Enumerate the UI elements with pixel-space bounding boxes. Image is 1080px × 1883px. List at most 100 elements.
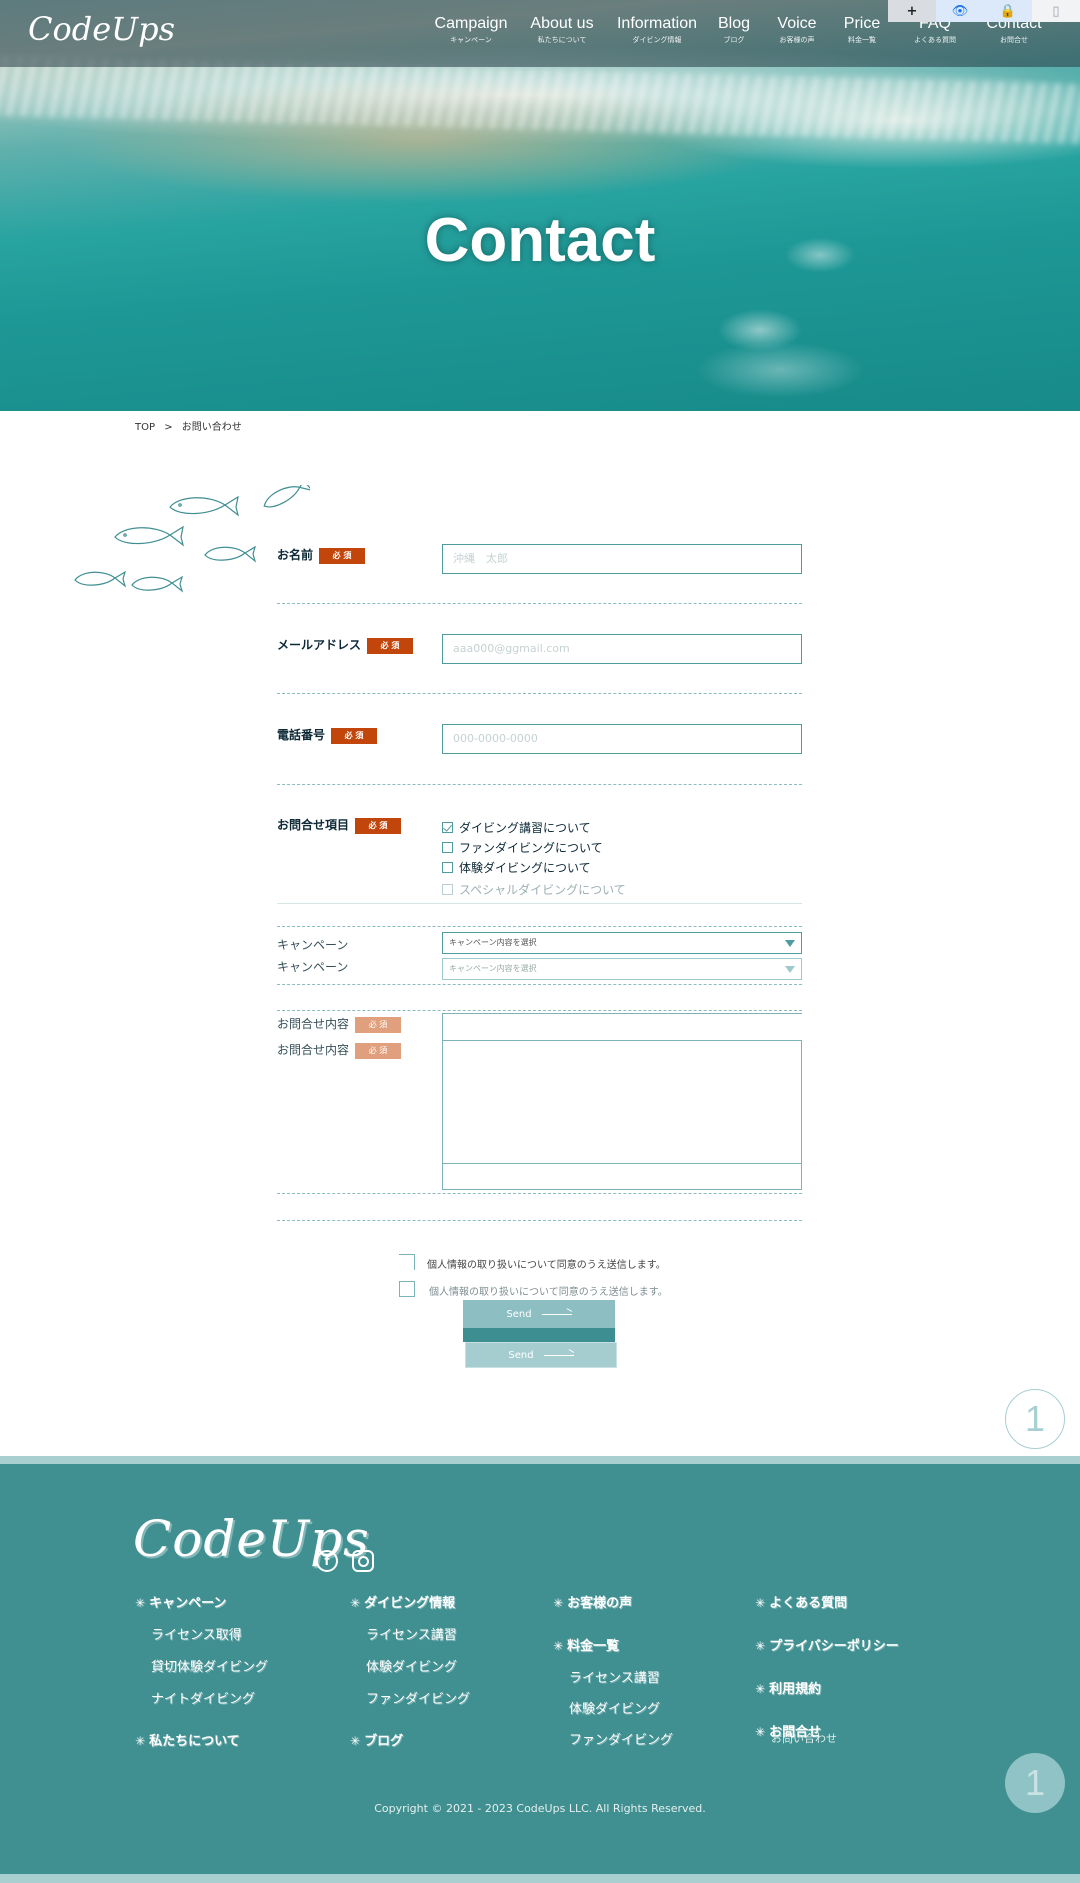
agree-checkbox-ghost[interactable] <box>399 1254 415 1270</box>
footer-sublink[interactable]: ファンダイビング <box>366 1688 470 1707</box>
checkbox-option[interactable]: 体験ダイビングについて <box>442 859 591 876</box>
phone-input[interactable]: 000-0000-0000 <box>442 724 802 754</box>
breadcrumb-home[interactable]: TOP <box>135 422 155 433</box>
name-input[interactable]: 沖縄 太郎 <box>442 544 802 574</box>
email-label: メールアドレス必 須 <box>277 636 414 654</box>
footer-sublink[interactable]: 貸切体験ダイビング <box>151 1656 268 1675</box>
page-top-button[interactable]: 1 <box>1005 1753 1065 1813</box>
footer-link[interactable]: ダイビング情報 <box>350 1592 455 1611</box>
site-header: CodeUps Campaign キャンペーン About us 私たちについて I… <box>0 0 1080 67</box>
agree-text-ghost: 個人情報の取り扱いについて同意のうえ送信します。 <box>429 1287 668 1298</box>
send-button[interactable]: Send <box>465 1342 617 1368</box>
required-badge: 必 須 <box>367 637 414 654</box>
fish-icon <box>169 495 240 517</box>
checkbox-option[interactable]: ファンダイビングについて <box>442 839 603 856</box>
email-input[interactable]: aaa000@ggmail.com <box>442 634 802 664</box>
campaign-label: キャンペーン <box>277 938 349 952</box>
arrow-right-icon <box>541 1313 572 1315</box>
nav-blog[interactable]: Blog ブログ <box>702 14 766 46</box>
checkbox[interactable] <box>442 862 453 873</box>
breadcrumb: TOP > お問い合わせ <box>135 418 242 433</box>
required-badge: 必 須 <box>355 1016 402 1033</box>
agree-text: 個人情報の取り扱いについて同意のうえ送信します。 <box>427 1260 666 1271</box>
footer-sublink-ghost[interactable]: お問い合わせ <box>771 1730 837 1746</box>
footer-sublink[interactable]: ファンダイビング <box>569 1729 673 1748</box>
footer-top-band <box>0 1456 1080 1464</box>
nav-price[interactable]: Price 料金一覧 <box>828 14 896 46</box>
fish-icon <box>263 485 310 508</box>
browser-extension-toolbar: + 👁 🔒 ▯ <box>888 0 1080 22</box>
message-textarea-ghost[interactable] <box>442 1013 802 1041</box>
checkbox-option[interactable]: ダイビング講習について <box>442 819 591 836</box>
required-badge: 必 須 <box>355 817 402 834</box>
message-label-ghost: お問合せ内容必 須 <box>277 1041 402 1059</box>
required-badge: 必 須 <box>355 1042 402 1059</box>
breadcrumb-current: お問い合わせ <box>181 422 242 433</box>
required-badge: 必 須 <box>331 727 378 744</box>
campaign-select[interactable]: キャンペーン内容を選択 <box>442 932 802 954</box>
footer-sublink[interactable]: ライセンス取得 <box>151 1624 242 1643</box>
footer-sublink[interactable]: ライセンス講習 <box>366 1624 457 1643</box>
footer-sublink[interactable]: ナイトダイビング <box>151 1688 255 1707</box>
form-divider <box>277 1220 802 1221</box>
form-divider <box>277 1193 802 1194</box>
nav-about[interactable]: About us 私たちについて <box>512 14 612 46</box>
checkbox[interactable] <box>442 884 453 895</box>
campaign-label-ghost: キャンペーン <box>277 960 349 974</box>
form-divider <box>277 603 802 604</box>
form-divider <box>277 784 802 785</box>
fish-icon <box>74 570 127 588</box>
required-badge: 必 須 <box>319 547 366 564</box>
arrow-right-icon <box>543 1354 574 1356</box>
footer-link[interactable]: プライバシーポリシー <box>755 1635 899 1654</box>
form-divider <box>277 693 802 694</box>
instagram-icon[interactable] <box>352 1550 374 1572</box>
form-divider <box>277 926 802 927</box>
message-textarea[interactable] <box>442 1040 802 1164</box>
fish-icon <box>131 575 184 593</box>
page-title: Contact <box>424 206 656 275</box>
fish-icon <box>114 525 185 547</box>
page-top-button-outline[interactable]: 1 <box>1005 1389 1065 1449</box>
lock-icon[interactable]: 🔒 <box>984 0 1032 22</box>
footer-link[interactable]: よくある質問 <box>755 1592 847 1611</box>
message-textarea-ghost-bottom[interactable] <box>442 1164 802 1190</box>
footer-link[interactable]: 利用規約 <box>755 1678 821 1697</box>
footer-sublink[interactable]: ライセンス講習 <box>569 1667 660 1686</box>
form-divider <box>277 1010 802 1011</box>
agree-checkbox[interactable] <box>399 1281 415 1297</box>
page-icon[interactable]: ▯ <box>1032 0 1080 22</box>
footer-sublink[interactable]: 体験ダイビング <box>569 1698 660 1717</box>
form-divider <box>277 984 802 985</box>
footer-sublink[interactable]: 体験ダイビング <box>366 1656 457 1675</box>
facebook-icon[interactable]: f <box>316 1550 338 1572</box>
checkbox[interactable] <box>442 842 453 853</box>
campaign-select-ghost[interactable]: キャンペーン内容を選択 <box>442 958 802 980</box>
chevron-down-icon <box>785 940 795 947</box>
footer-link[interactable]: 料金一覧 <box>553 1635 619 1654</box>
footer-link[interactable]: お客様の声 <box>553 1592 632 1611</box>
send-button-strip <box>463 1328 615 1342</box>
breadcrumb-separator: > <box>164 422 173 433</box>
chevron-down-icon <box>785 966 795 973</box>
checkbox-checked[interactable] <box>442 822 453 833</box>
eye-icon[interactable]: 👁 <box>936 0 984 22</box>
nav-information[interactable]: Information ダイビング情報 <box>612 14 702 46</box>
footer-bottom-band <box>0 1874 1080 1883</box>
footer-link[interactable]: ブログ <box>350 1730 403 1749</box>
nav-voice[interactable]: Voice お客様の声 <box>766 14 828 46</box>
copyright: Copyright © 2021 - 2023 CodeUps LLC. All… <box>374 1802 706 1815</box>
inquiry-label: お問合せ項目必 須 <box>277 816 402 834</box>
fish-icon <box>204 545 257 563</box>
form-divider <box>277 903 802 904</box>
send-button-ghost[interactable]: Send <box>463 1300 615 1328</box>
message-label: お問合せ内容必 須 <box>277 1015 402 1033</box>
checkbox-option[interactable]: スペシャルダイビングについて <box>442 881 626 898</box>
plus-icon[interactable]: + <box>888 0 936 22</box>
hero-wave-foam <box>0 54 1080 146</box>
phone-label: 電話番号必 須 <box>277 726 378 744</box>
site-logo[interactable]: CodeUps <box>28 10 175 48</box>
footer-link[interactable]: 私たちについて <box>135 1730 240 1749</box>
footer-link[interactable]: キャンペーン <box>135 1592 226 1611</box>
nav-campaign[interactable]: Campaign キャンペーン <box>430 14 512 46</box>
